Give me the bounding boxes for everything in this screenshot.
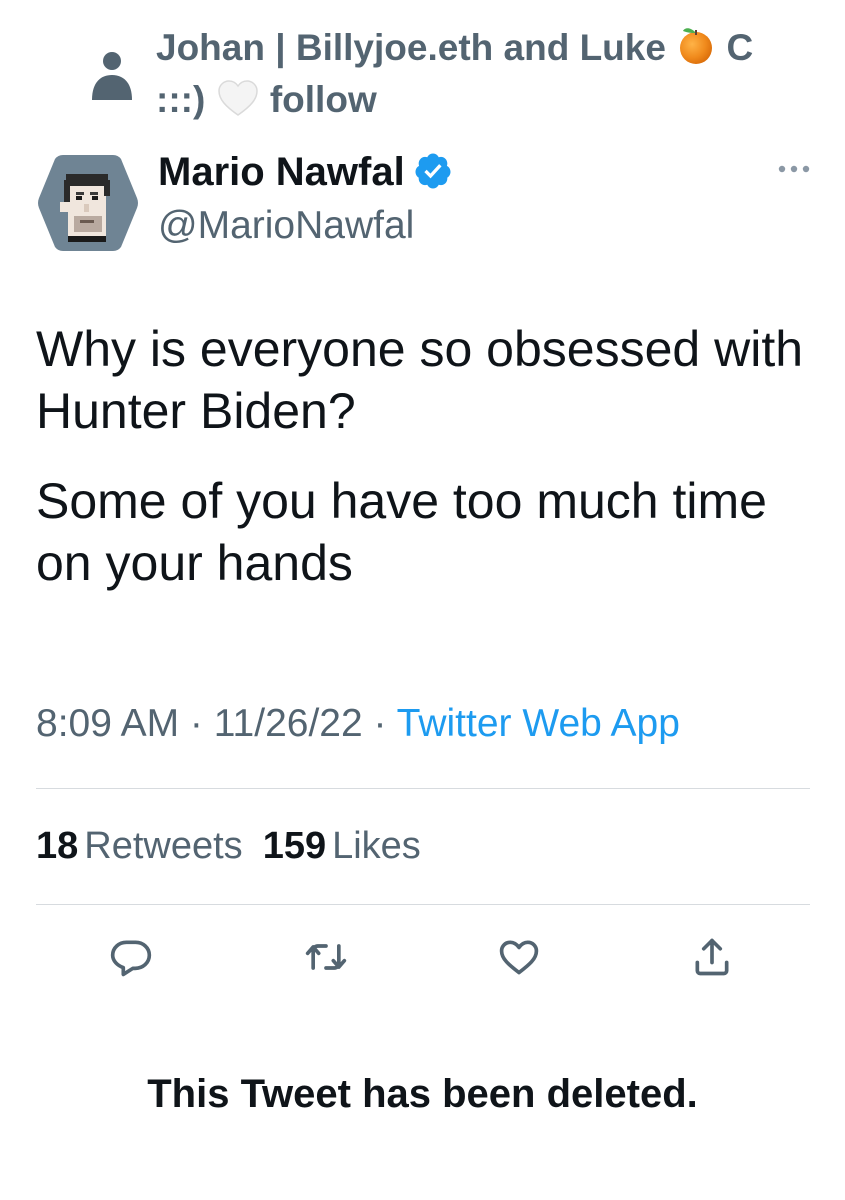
- retweets-stat[interactable]: 18 Retweets: [36, 825, 263, 867]
- tweet-time[interactable]: 8:09 AM: [36, 702, 179, 745]
- reply-button[interactable]: [109, 935, 153, 979]
- reply-icon: [110, 940, 152, 977]
- divider: [36, 788, 810, 789]
- tweet-author: Mario Nawfal @MarioNawfal: [36, 142, 816, 252]
- tweet-date[interactable]: 11/26/22: [214, 702, 363, 745]
- like-icon: [499, 940, 539, 975]
- social-context-text: Johan | Billyjoe.eth and Luke C :::) fol…: [156, 24, 756, 129]
- white-heart-emoji: [216, 78, 260, 129]
- author-handle[interactable]: @MarioNawfal: [158, 202, 414, 250]
- verified-badge-icon: [415, 153, 451, 189]
- more-options-icon[interactable]: [776, 162, 812, 176]
- likes-count: 159: [262, 825, 327, 867]
- social-context[interactable]: Johan | Billyjoe.eth and Luke C :::) fol…: [90, 24, 770, 129]
- avatar[interactable]: [36, 152, 140, 254]
- tweet-text: Why is everyone so obsessed with Hunter …: [36, 318, 816, 622]
- tweet-meta: 8:09 AM · 11/26/22 · Twitter Web App: [36, 700, 680, 748]
- share-button[interactable]: [690, 935, 734, 979]
- person-icon: [92, 52, 132, 100]
- meta-separator: ·: [179, 702, 214, 745]
- tweet-stats: 18 Retweets 159 Likes: [36, 822, 441, 870]
- tweet-paragraph: Some of you have too much time on your h…: [36, 473, 767, 591]
- retweet-icon: [305, 944, 347, 970]
- retweets-count: 18: [36, 825, 79, 867]
- social-context-names: Johan | Billyjoe.eth and Luke: [156, 27, 677, 68]
- social-context-follow: follow: [259, 79, 377, 120]
- share-icon: [695, 938, 729, 976]
- tweet-paragraph: Why is everyone so obsessed with Hunter …: [36, 321, 804, 439]
- tangerine-emoji: [676, 24, 716, 77]
- like-button[interactable]: [497, 935, 541, 979]
- likes-stat[interactable]: 159 Likes: [263, 825, 441, 867]
- deleted-notice: This Tweet has been deleted.: [147, 1072, 698, 1116]
- meta-separator: ·: [362, 702, 397, 745]
- retweets-label: Retweets: [84, 825, 243, 867]
- display-name-text: Mario Nawfal: [158, 150, 405, 194]
- display-name[interactable]: Mario Nawfal: [158, 148, 453, 196]
- retweet-button[interactable]: [304, 935, 348, 979]
- tweet-source-link[interactable]: Twitter Web App: [397, 702, 680, 745]
- likes-label: Likes: [332, 825, 421, 867]
- divider: [36, 904, 810, 905]
